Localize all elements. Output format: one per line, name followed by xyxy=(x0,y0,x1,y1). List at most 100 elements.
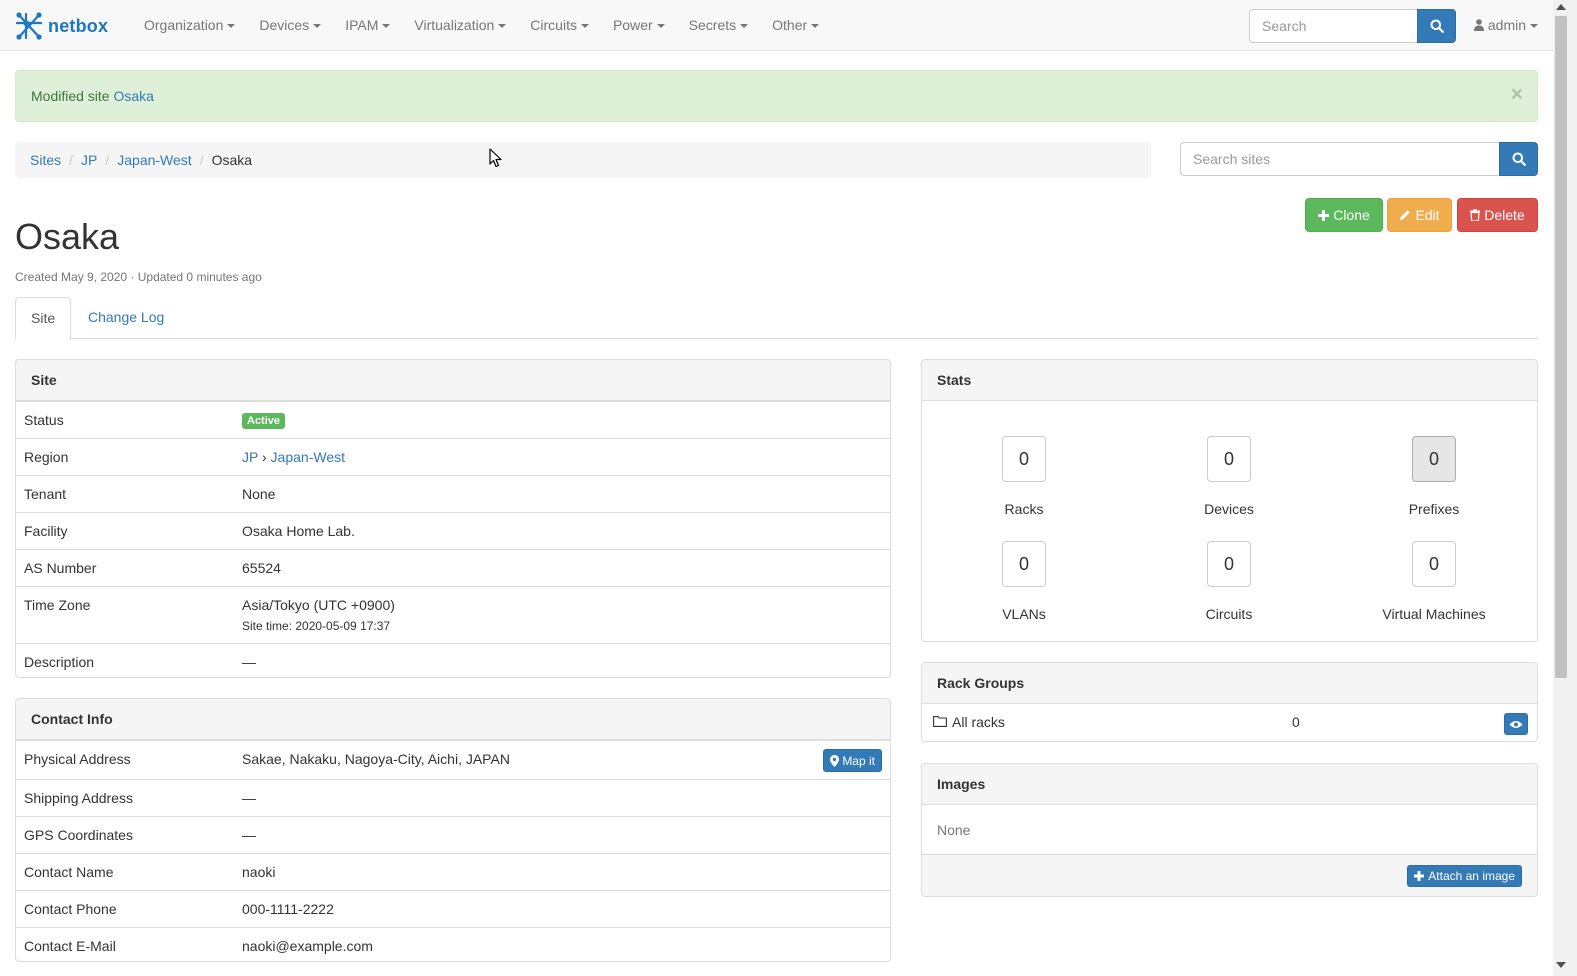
menu-label: Devices xyxy=(259,17,310,33)
plus-icon xyxy=(1414,871,1425,881)
region-japan-west-link[interactable]: Japan-West xyxy=(271,449,345,465)
region-value: JP › Japan-West xyxy=(242,449,345,465)
page-scrollbar[interactable] xyxy=(1553,0,1577,976)
tab-site[interactable]: Site xyxy=(15,297,71,340)
search-icon xyxy=(1430,19,1444,33)
contact-phone-row: Contact Phone 000-1111-2222 xyxy=(16,890,890,927)
shipping-address-value: — xyxy=(242,790,256,806)
scrollbar-thumb[interactable] xyxy=(1555,16,1567,678)
rack-count: 0 xyxy=(1292,714,1300,730)
alert-site-link[interactable]: Osaka xyxy=(113,88,153,104)
attach-image-label: Attach an image xyxy=(1428,869,1515,883)
caret-down-icon xyxy=(313,24,322,29)
caret-down-icon xyxy=(382,24,391,29)
menu-label: Circuits xyxy=(530,17,577,33)
caret-down-icon xyxy=(227,24,236,29)
timezone-value: Asia/Tokyo (UTC +0900) xyxy=(242,597,395,613)
alert-text: Modified site xyxy=(31,88,110,104)
site-panel: Site Status Active Region JP › Japan-Wes… xyxy=(15,359,891,678)
user-icon xyxy=(1474,19,1484,31)
stat-label: Prefixes xyxy=(1408,501,1460,517)
contact-name-value: naoki xyxy=(242,864,276,880)
region-label: Region xyxy=(24,449,69,465)
scroll-down-icon[interactable] xyxy=(1556,962,1566,968)
description-row: Description — xyxy=(16,643,890,680)
tab-change-log[interactable]: Change Log xyxy=(73,297,179,339)
breadcrumb-sites[interactable]: Sites xyxy=(30,152,61,168)
breadcrumb-region-jp[interactable]: JP xyxy=(81,152,97,168)
facility-row: Facility Osaka Home Lab. xyxy=(16,512,890,549)
region-row: Region JP › Japan-West xyxy=(16,438,890,475)
asn-value: 65524 xyxy=(242,560,281,576)
menu-other[interactable]: Other xyxy=(760,0,831,51)
menu-devices[interactable]: Devices xyxy=(247,0,333,51)
tenant-value: None xyxy=(242,486,276,502)
edit-button[interactable]: Edit xyxy=(1387,198,1452,232)
scroll-up-icon[interactable] xyxy=(1556,4,1566,10)
stat-racks[interactable]: 0 Racks xyxy=(924,436,1124,517)
user-menu[interactable]: admin xyxy=(1474,0,1539,51)
delete-button[interactable]: Delete xyxy=(1457,198,1538,232)
contact-email-link[interactable]: naoki@example.com xyxy=(242,938,373,954)
stat-devices[interactable]: 0 Devices xyxy=(1129,436,1329,517)
global-search-input[interactable] xyxy=(1249,9,1417,43)
clone-button[interactable]: Clone xyxy=(1305,198,1383,232)
stat-label: Circuits xyxy=(1205,606,1253,622)
attach-image-button[interactable]: Attach an image xyxy=(1407,865,1522,887)
site-panel-heading: Site xyxy=(16,360,890,401)
region-jp-link[interactable]: JP xyxy=(242,449,258,465)
contact-info-panel: Contact Info Physical Address Sakae, Nak… xyxy=(15,698,891,962)
asn-label: AS Number xyxy=(24,560,97,576)
edit-label: Edit xyxy=(1415,207,1440,223)
shipping-address-row: Shipping Address — xyxy=(16,779,890,816)
rack-groups-heading: Rack Groups xyxy=(922,663,1537,704)
page-title: Osaka xyxy=(15,216,120,257)
menu-label: Secrets xyxy=(688,17,737,33)
images-none: None xyxy=(937,822,971,838)
all-racks-link[interactable]: All racks xyxy=(952,714,1005,730)
netbox-logo[interactable]: netbox xyxy=(14,11,108,41)
stat-prefixes[interactable]: 0 Prefixes xyxy=(1334,436,1534,517)
menu-organization[interactable]: Organization xyxy=(132,0,247,51)
status-value-cell: Active xyxy=(242,411,286,429)
plus-icon xyxy=(1318,209,1330,221)
contact-phone-link[interactable]: 000-1111-2222 xyxy=(242,901,334,917)
navbar: netbox Organization Devices IPAM Virtual… xyxy=(0,0,1553,51)
map-it-button[interactable]: Map it xyxy=(823,749,882,772)
close-icon[interactable]: × xyxy=(1511,84,1523,105)
physical-address-row: Physical Address Sakae, Nakaku, Nagoya-C… xyxy=(16,740,890,779)
breadcrumb-separator: / xyxy=(105,152,110,168)
stats-panel-heading: Stats xyxy=(922,360,1537,401)
menu-label: Organization xyxy=(144,17,224,33)
breadcrumb-region-japan-west[interactable]: Japan-West xyxy=(117,152,191,168)
stat-count: 0 xyxy=(1002,436,1046,482)
physical-address-value: Sakae, Nakaku, Nagoya-City, Aichi, JAPAN xyxy=(242,751,510,767)
brand-name: netbox xyxy=(48,15,109,36)
menu-ipam[interactable]: IPAM xyxy=(333,0,402,51)
gps-value: — xyxy=(242,827,256,843)
caret-down-icon xyxy=(740,24,749,29)
images-heading: Images xyxy=(922,764,1537,805)
menu-secrets[interactable]: Secrets xyxy=(677,0,760,51)
site-search-input[interactable] xyxy=(1180,142,1500,176)
site-time: Site time: 2020-05-09 17:37 xyxy=(242,619,391,633)
menu-virtualization[interactable]: Virtualization xyxy=(402,0,518,51)
stat-label: Virtual Machines xyxy=(1382,606,1486,622)
facility-label: Facility xyxy=(24,523,68,539)
site-search-button[interactable] xyxy=(1499,142,1538,176)
menu-circuits[interactable]: Circuits xyxy=(518,0,601,51)
menu-power[interactable]: Power xyxy=(601,0,677,51)
contact-name-row: Contact Name naoki xyxy=(16,853,890,890)
contact-phone-label: Contact Phone xyxy=(24,901,117,917)
stat-vlans[interactable]: 0 VLANs xyxy=(924,541,1124,622)
tab-bar: Site Change Log xyxy=(15,297,1538,340)
view-racks-button[interactable] xyxy=(1504,713,1528,735)
global-search-button[interactable] xyxy=(1417,9,1456,43)
map-marker-icon xyxy=(830,754,840,767)
description-value: — xyxy=(242,654,256,670)
netbox-logo-icon xyxy=(15,12,43,40)
stat-circuits[interactable]: 0 Circuits xyxy=(1129,541,1329,622)
trash-icon xyxy=(1470,209,1481,221)
folder-icon xyxy=(933,716,947,727)
stat-virtual-machines[interactable]: 0 Virtual Machines xyxy=(1334,541,1534,622)
